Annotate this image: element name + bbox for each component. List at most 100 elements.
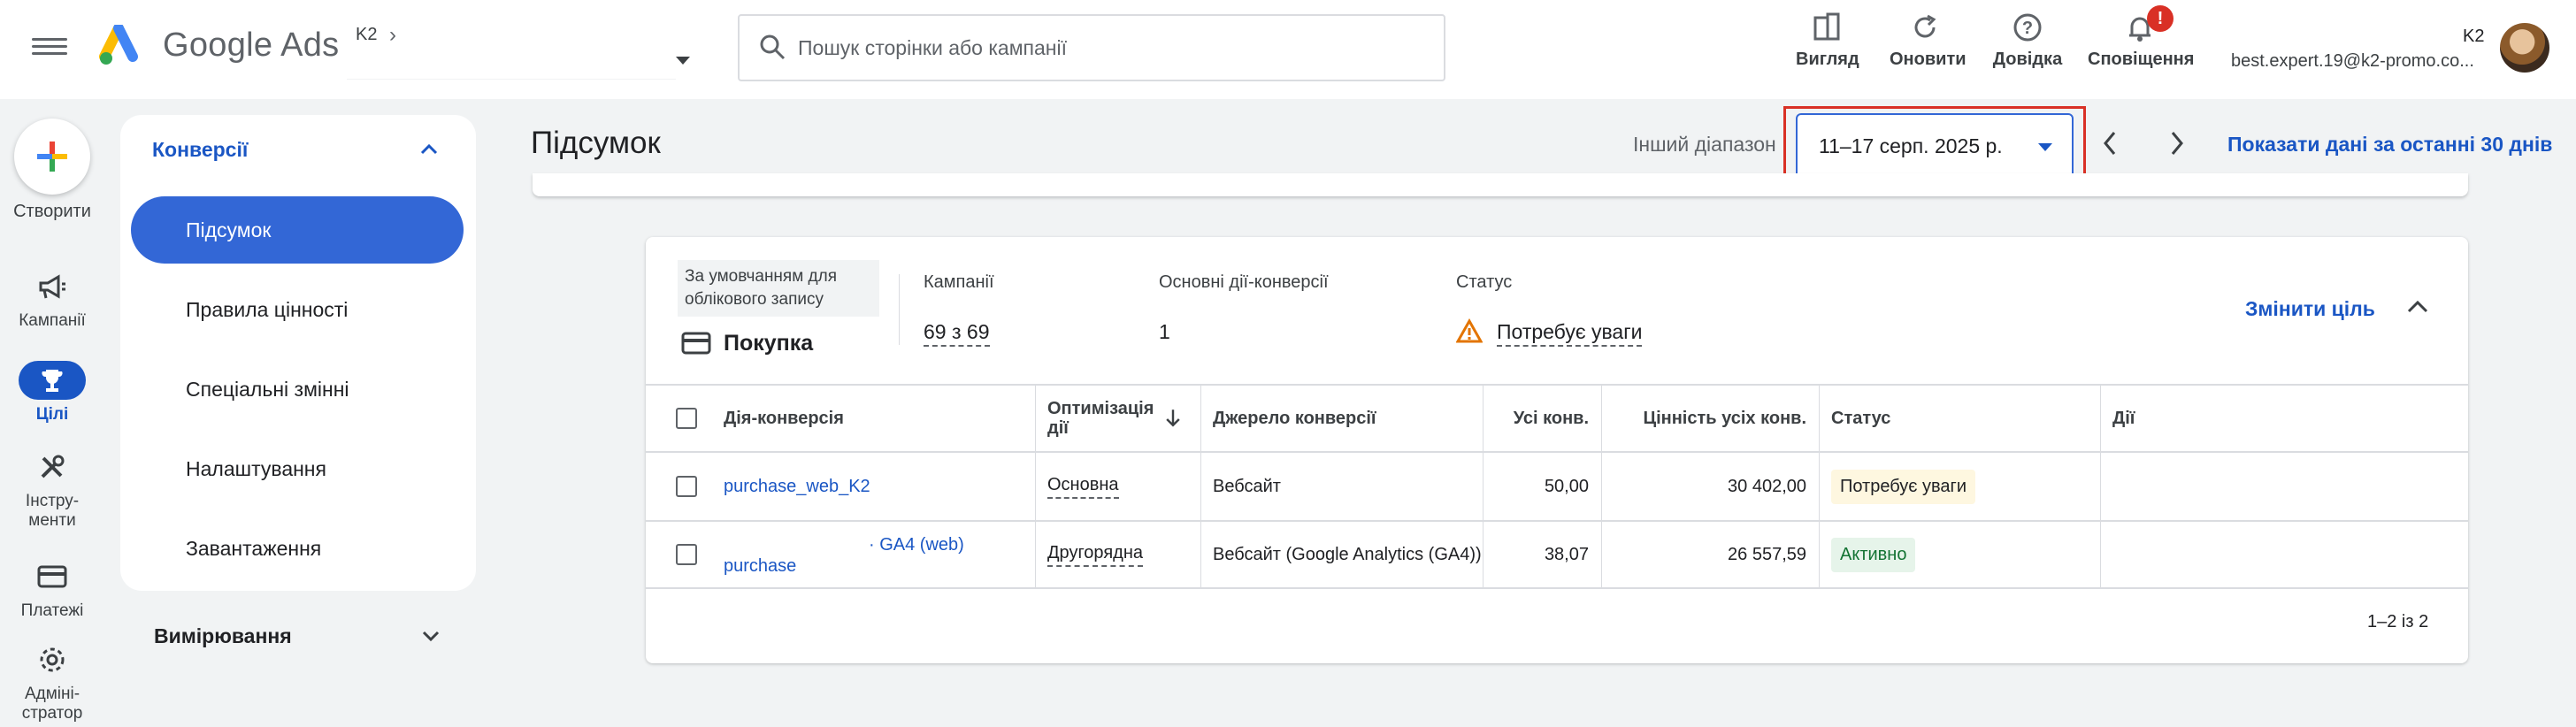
col-header-all-conv[interactable]: Усі конв. bbox=[1483, 386, 1589, 451]
subnav-item-settings[interactable]: Налаштування bbox=[131, 435, 464, 502]
subnav-item-value-rules[interactable]: Правила цінності bbox=[131, 276, 464, 343]
rail-label-billing: Платежі bbox=[20, 601, 84, 620]
chevron-up-icon[interactable] bbox=[2403, 292, 2433, 322]
user-name-redacted bbox=[2323, 25, 2459, 48]
avatar[interactable] bbox=[2500, 23, 2549, 73]
primary-actions-label: Основні дії-конверсії bbox=[1159, 272, 1329, 292]
status-value[interactable]: Потребує уваги bbox=[1497, 320, 1643, 347]
conversions-subnav: Конверсії Підсумок Правила цінності Спец… bbox=[120, 115, 476, 591]
campaigns-value[interactable]: 69 з 69 bbox=[924, 320, 990, 347]
search-input[interactable] bbox=[798, 34, 1417, 62]
credit-card-icon bbox=[37, 565, 67, 588]
source-value: Вебсайт (Google Analytics (GA4)) bbox=[1213, 544, 1482, 564]
notification-badge: ! bbox=[2147, 5, 2174, 32]
optimization-value[interactable]: Другорядна bbox=[1047, 543, 1143, 567]
row-checkbox[interactable] bbox=[676, 453, 697, 520]
optimization-value[interactable]: Основна bbox=[1047, 475, 1119, 499]
refresh-icon bbox=[1914, 14, 1936, 38]
arrow-down-icon[interactable] bbox=[1162, 386, 1184, 451]
col-header-source[interactable]: Джерело конверсії bbox=[1213, 386, 1376, 451]
svg-text:?: ? bbox=[2022, 19, 2033, 38]
search-icon bbox=[760, 34, 786, 60]
page-title: Підсумок bbox=[531, 126, 661, 160]
conv-value: 30 402,00 bbox=[1728, 476, 1806, 496]
menu-icon[interactable] bbox=[32, 34, 67, 60]
account-name[interactable]: K2 bbox=[356, 25, 377, 45]
date-range-label: Інший діапазон bbox=[1633, 133, 1776, 156]
view-button[interactable]: Вигляд bbox=[1796, 12, 1859, 83]
notifications-label: Сповіщення bbox=[2088, 50, 2195, 69]
table-row: · GA4 (web) purchase Другорядна Вебсайт … bbox=[646, 520, 2468, 589]
refresh-label: Оновити bbox=[1890, 50, 1966, 69]
previous-card-edge bbox=[533, 173, 2468, 196]
subnav-item-summary[interactable]: Підсумок bbox=[131, 196, 464, 264]
table-row: purchase_web_K2 Основна Вебсайт 50,00 30… bbox=[646, 451, 2468, 520]
rail-label-campaigns: Кампанії bbox=[19, 311, 86, 330]
divider bbox=[899, 274, 900, 345]
chevron-right-icon[interactable]: › bbox=[389, 23, 396, 48]
subnav-section-conversions[interactable]: Конверсії bbox=[152, 138, 248, 162]
rail-item-campaigns[interactable]: Кампанії bbox=[0, 267, 104, 331]
conversion-action-link[interactable]: purchase_web_K2 bbox=[724, 453, 870, 520]
conversion-action-name-line2: purchase bbox=[724, 556, 797, 576]
help-label: Довідка bbox=[1992, 50, 2063, 69]
chevron-down-icon[interactable] bbox=[418, 623, 444, 649]
help-icon: ? bbox=[2013, 13, 2042, 42]
col-header-actions: Дії bbox=[2112, 408, 2135, 428]
warning-icon bbox=[1456, 318, 1483, 343]
col-header-action[interactable]: Дія-конверсія bbox=[724, 386, 844, 451]
date-range-picker[interactable]: 11–17 серп. 2025 р. bbox=[1796, 113, 2074, 179]
view-icon bbox=[1813, 12, 1840, 41]
show-last-30-days-link[interactable]: Показати дані за останні 30 днів bbox=[2227, 133, 2552, 157]
create-label: Створити bbox=[13, 202, 91, 221]
all-conv-value: 50,00 bbox=[1544, 476, 1589, 496]
col-header-status[interactable]: Статус bbox=[1831, 386, 1890, 451]
default-goal-note: За умовчанням для облікового запису bbox=[678, 260, 879, 317]
help-button[interactable]: ? Довідка bbox=[1992, 12, 2063, 83]
rail-label-goals: Цілі bbox=[35, 405, 69, 424]
chevron-right-icon[interactable] bbox=[2164, 126, 2190, 161]
brand-name: Google Ads bbox=[163, 27, 340, 64]
status-badge: Активно bbox=[1831, 537, 1916, 572]
rail-item-tools[interactable]: Інстру- менти bbox=[0, 448, 104, 531]
conversion-action-name: · GA4 (web) bbox=[869, 535, 964, 555]
chevron-left-icon[interactable] bbox=[2097, 126, 2123, 161]
trophy-icon bbox=[42, 370, 63, 392]
plus-icon bbox=[37, 142, 67, 172]
view-label: Вигляд bbox=[1796, 50, 1859, 69]
caret-down-icon bbox=[2038, 143, 2052, 151]
date-range-value: 11–17 серп. 2025 р. bbox=[1819, 134, 2003, 157]
create-button[interactable] bbox=[14, 119, 90, 195]
subnav-item-custom-variables[interactable]: Спеціальні змінні bbox=[131, 356, 464, 423]
top-bar: Google Ads K2 › Вигляд Оновити ? Довідка bbox=[0, 0, 2576, 99]
gear-icon bbox=[40, 647, 65, 672]
user-code: K2 bbox=[2463, 27, 2485, 46]
row-checkbox[interactable] bbox=[676, 522, 697, 587]
subnav-section-measurement[interactable]: Вимірювання bbox=[154, 624, 292, 648]
refresh-button[interactable]: Оновити bbox=[1890, 12, 1966, 83]
google-ads-logo[interactable] bbox=[99, 25, 152, 69]
subnav-item-uploads[interactable]: Завантаження bbox=[131, 515, 464, 582]
col-header-conv-value[interactable]: Цінність усіх конв. bbox=[1601, 386, 1806, 451]
account-selector[interactable] bbox=[347, 55, 676, 80]
nav-rail: Створити Кампанії Цілі Інстру- менти Пла… bbox=[0, 99, 104, 727]
rail-label-admin: Адміні- стратор bbox=[21, 685, 83, 723]
megaphone-icon bbox=[39, 274, 65, 299]
rail-item-goals[interactable]: Цілі bbox=[0, 361, 104, 425]
chevron-up-icon[interactable] bbox=[416, 136, 442, 163]
col-header-optimization[interactable]: Оптимізація дії bbox=[1047, 386, 1154, 451]
conversion-action-link[interactable]: · GA4 (web) purchase bbox=[724, 522, 1024, 587]
tools-icon bbox=[41, 455, 65, 478]
select-all-checkbox[interactable] bbox=[676, 386, 697, 451]
rail-item-billing[interactable]: Платежі bbox=[0, 557, 104, 621]
notifications-button[interactable]: ! Сповіщення bbox=[2088, 5, 2195, 83]
user-email[interactable]: best.expert.19@k2-promo.co... bbox=[2231, 51, 2474, 72]
campaigns-label: Кампанії bbox=[924, 272, 994, 292]
status-badge: Потребує уваги bbox=[1831, 469, 1976, 504]
all-conv-value: 38,07 bbox=[1544, 544, 1589, 564]
search-box[interactable] bbox=[738, 14, 1445, 81]
caret-down-icon[interactable] bbox=[676, 57, 690, 65]
change-goal-button[interactable]: Змінити ціль bbox=[2245, 297, 2375, 321]
rail-label-tools: Інстру- менти bbox=[25, 492, 80, 530]
rail-item-admin[interactable]: Адміні- стратор bbox=[0, 640, 104, 723]
